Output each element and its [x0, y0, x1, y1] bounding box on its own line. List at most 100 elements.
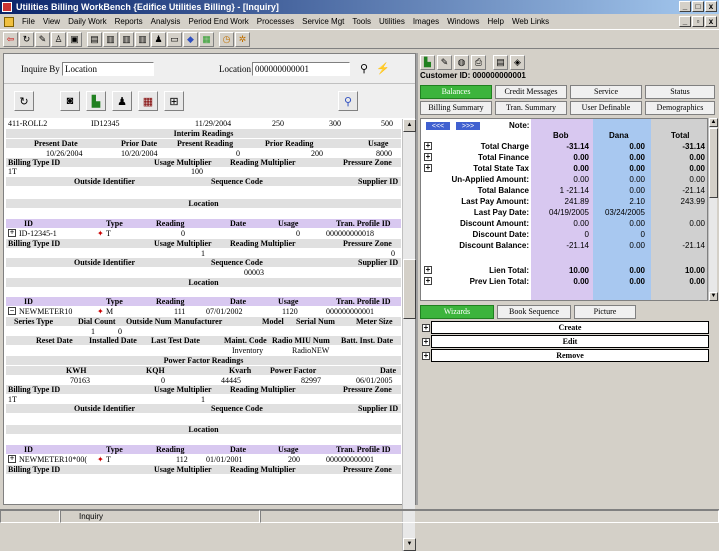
menu-analysis[interactable]: Analysis	[147, 17, 185, 26]
menu-daily-work[interactable]: Daily Work	[64, 17, 111, 26]
edit-icon[interactable]: ✎	[35, 31, 50, 47]
diamond-grid-icon[interactable]: ◈	[510, 54, 525, 70]
scroll-up-icon[interactable]: ▲	[403, 119, 416, 132]
lien-label: Prev Lien Total:	[469, 277, 529, 286]
expand-icon[interactable]: +	[422, 338, 430, 346]
minimize-button[interactable]: _	[679, 1, 691, 12]
monitor-icon[interactable]: ▭	[167, 31, 182, 47]
refresh-icon[interactable]: ↻	[19, 31, 34, 47]
tab-credit-messages[interactable]: Credit Messages	[495, 85, 567, 99]
report-scrollbar[interactable]: ▲ ▼	[402, 119, 416, 551]
photo-icon[interactable]: ▙	[420, 54, 435, 70]
doc3-icon[interactable]: ▥	[135, 31, 150, 47]
tab-billing-summary[interactable]: Billing Summary	[420, 101, 492, 115]
grid-icon[interactable]: ▦	[199, 31, 214, 47]
user-icon[interactable]: ♟	[151, 31, 166, 47]
status-bar: Inquiry	[0, 509, 719, 524]
find-icon[interactable]: ♙	[51, 31, 66, 47]
mdi-restore-button[interactable]: ▫	[692, 16, 704, 27]
mdi-minimize-button[interactable]: _	[679, 16, 691, 27]
gear-icon[interactable]: ✲	[235, 31, 250, 47]
location-section-title: Location	[6, 278, 401, 287]
tab-service[interactable]: Service	[570, 85, 642, 99]
location-field[interactable]: 000000000001	[252, 62, 350, 76]
status-text: Inquiry	[60, 510, 260, 523]
balances-scrollbar[interactable]: ▲ ▼	[708, 118, 718, 301]
maximize-button[interactable]: □	[692, 1, 704, 12]
calendar-icon[interactable]: ▦	[138, 91, 158, 111]
clock-icon[interactable]: ◷	[219, 31, 234, 47]
screen-icon[interactable]: ▣	[67, 31, 82, 47]
close-button[interactable]: x	[705, 1, 717, 12]
scroll-thumb[interactable]	[709, 128, 718, 198]
add-row-icon[interactable]: ⊞	[164, 91, 184, 111]
scroll-down-icon[interactable]: ▼	[403, 538, 416, 551]
wizard-remove[interactable]: Remove	[431, 349, 709, 362]
globe-icon[interactable]: ◍	[454, 54, 469, 70]
menu-view[interactable]: View	[39, 17, 64, 26]
doc-icon[interactable]: ▥	[103, 31, 118, 47]
inquire-by-field[interactable]: Location	[62, 62, 154, 76]
menu-service-mgt[interactable]: Service Mgt	[298, 17, 348, 26]
tab-tran-summary[interactable]: Tran. Summary	[495, 101, 567, 115]
menu-tools[interactable]: Tools	[348, 17, 375, 26]
menu-reports[interactable]: Reports	[111, 17, 147, 26]
expand-icon[interactable]: +	[424, 164, 432, 172]
search-icon[interactable]: ⚲	[360, 62, 368, 75]
scroll-up-icon[interactable]: ▲	[709, 118, 718, 127]
balance-row: Total Balance 1 -21.14 0.00 -21.14	[421, 185, 707, 196]
inquiry-panel: Inquire By Location Location 00000000000…	[3, 53, 416, 551]
map-pin-icon[interactable]: ⚲	[338, 91, 358, 111]
wizard-edit[interactable]: Edit	[431, 335, 709, 348]
customer-icon[interactable]: ♟	[112, 91, 132, 111]
tab-picture[interactable]: Picture	[574, 305, 636, 319]
meter-row[interactable]: + ID-12345-1 ✦ T 0 0 000000000018	[6, 229, 401, 238]
meter-row[interactable]: − NEWMETER10 ✦ M 111 07/01/2002 1120 000…	[6, 307, 401, 316]
menu-processes[interactable]: Processes	[253, 17, 298, 26]
menu-help[interactable]: Help	[484, 17, 508, 26]
mdi-close-button[interactable]: x	[705, 16, 717, 27]
expand-icon[interactable]: +	[424, 142, 432, 150]
expand-icon[interactable]: +	[8, 455, 16, 463]
account-panel: ▙ ✎ ◍ ⎙ ▤ ◈ Customer ID: 000000000001 Ba…	[418, 53, 718, 505]
menu-utilities[interactable]: Utilities	[375, 17, 409, 26]
tab-book-sequence[interactable]: Book Sequence	[497, 305, 571, 319]
balance-value: 0.00	[629, 164, 645, 173]
expand-icon[interactable]: +	[424, 277, 432, 285]
balance-value: 0.00	[573, 164, 589, 173]
scroll-down-icon[interactable]: ▼	[709, 292, 718, 301]
scroll-thumb[interactable]	[403, 259, 416, 319]
collapse-icon[interactable]: −	[8, 307, 16, 315]
menu-bar: File View Daily Work Reports Analysis Pe…	[0, 14, 719, 29]
pencil-icon[interactable]: ✎	[437, 54, 452, 70]
expand-icon[interactable]: +	[422, 324, 430, 332]
outside-header-row: Outside Identifier Sequence Code Supplie…	[6, 258, 401, 267]
menu-period-end-work[interactable]: Period End Work	[184, 17, 252, 26]
wizard-create[interactable]: Create	[431, 321, 709, 334]
expand-icon[interactable]: +	[424, 153, 432, 161]
menu-windows[interactable]: Windows	[443, 17, 483, 26]
expand-icon[interactable]: +	[424, 266, 432, 274]
splitter[interactable]	[416, 53, 418, 505]
exit-icon[interactable]: ⇦	[3, 31, 18, 47]
run-icon[interactable]: ⚡	[376, 62, 390, 75]
refresh-icon[interactable]: ↻	[14, 91, 34, 111]
meter-icon[interactable]: ◙	[60, 91, 80, 111]
tab-balances[interactable]: Balances	[420, 85, 492, 99]
tab-status[interactable]: Status	[645, 85, 715, 99]
note-icon[interactable]: ▤	[493, 54, 508, 70]
menu-images[interactable]: Images	[409, 17, 443, 26]
diamond-icon[interactable]: ◆	[183, 31, 198, 47]
tab-user-definable[interactable]: User Definable	[570, 101, 642, 115]
expand-icon[interactable]: +	[422, 352, 430, 360]
print-icon[interactable]: ⎙	[471, 54, 486, 70]
list-icon[interactable]: ▤	[87, 31, 102, 47]
tab-demographics[interactable]: Demographics	[645, 101, 715, 115]
tab-wizards[interactable]: Wizards	[420, 305, 494, 319]
meter-row[interactable]: + NEWMETER10*00( ✦ T 112 01/01/2001 200 …	[6, 455, 401, 464]
expand-icon[interactable]: +	[8, 229, 16, 237]
menu-web-links[interactable]: Web Links	[508, 17, 553, 26]
doc2-icon[interactable]: ▥	[119, 31, 134, 47]
account-icon[interactable]: ▙	[86, 91, 106, 111]
menu-file[interactable]: File	[18, 17, 39, 26]
